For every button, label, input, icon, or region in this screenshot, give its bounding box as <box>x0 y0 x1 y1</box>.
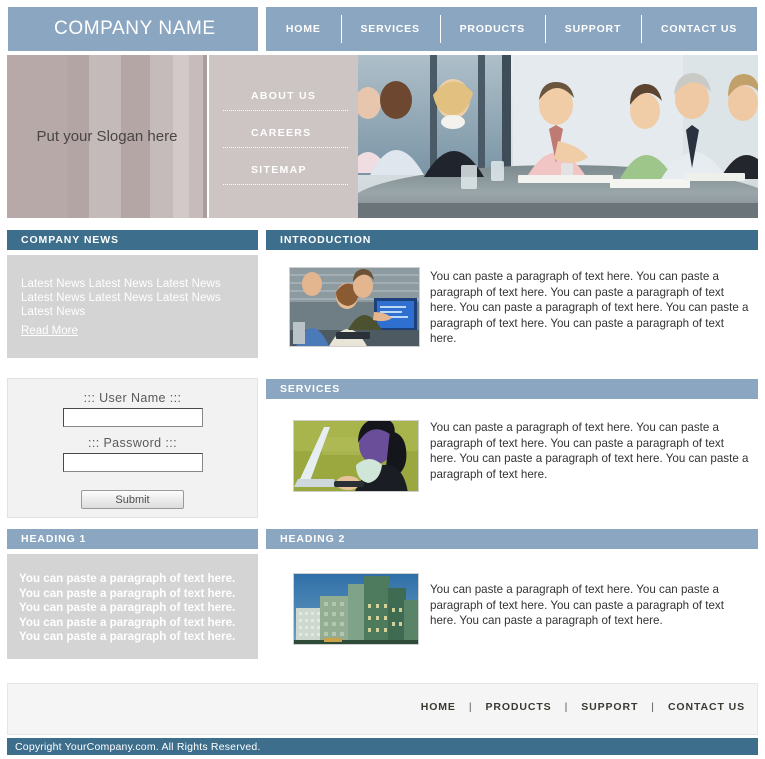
submit-button[interactable]: Submit <box>81 490 184 509</box>
site-footer: HOME | PRODUCTS | SUPPORT | CONTACT US <box>7 683 758 735</box>
footer-link-home[interactable]: HOME <box>421 701 456 713</box>
nav-item-support[interactable]: SUPPORT <box>544 7 641 51</box>
footer-navigation: HOME | PRODUCTS | SUPPORT | CONTACT US <box>421 701 745 713</box>
footer-separator: | <box>651 701 655 713</box>
office-workers-at-computer-photo <box>290 268 419 346</box>
page-root: COMPANY NAME HOME SERVICES PRODUCTS SUPP… <box>0 0 765 759</box>
banner-link-divider <box>223 110 348 111</box>
copyright-bar: Copyright YourCompany.com. All Rights Re… <box>7 738 758 755</box>
person-using-laptop-photo <box>294 421 418 491</box>
banner-photo <box>358 55 758 218</box>
site-header: COMPANY NAME HOME SERVICES PRODUCTS SUPP… <box>0 0 765 55</box>
footer-link-contact-us[interactable]: CONTACT US <box>668 701 745 713</box>
username-input[interactable] <box>62 408 203 427</box>
banner-link-careers[interactable]: CAREERS <box>209 127 360 139</box>
password-input[interactable] <box>62 453 203 472</box>
heading2-image <box>293 573 419 645</box>
footer-link-products[interactable]: PRODUCTS <box>485 701 551 713</box>
company-news-body: Latest News Latest News Latest News Late… <box>21 278 221 318</box>
slogan-text: Put your Slogan here <box>36 128 178 145</box>
nav-item-products[interactable]: PRODUCTS <box>439 7 545 51</box>
nav-item-contact-us[interactable]: CONTACT US <box>641 7 757 51</box>
services-body: You can paste a paragraph of text here. … <box>430 421 749 481</box>
banner-links-panel: ABOUT US CAREERS SITEMAP <box>207 55 358 218</box>
footer-link-support[interactable]: SUPPORT <box>581 701 638 713</box>
banner-link-sitemap[interactable]: SITEMAP <box>209 164 360 176</box>
nav-item-services[interactable]: SERVICES <box>340 7 440 51</box>
nav-item-home[interactable]: HOME <box>266 7 341 51</box>
heading2-body: You can paste a paragraph of text here. … <box>430 583 724 627</box>
services-image <box>293 420 419 492</box>
banner-link-divider <box>223 147 348 148</box>
banner-link-about-us[interactable]: ABOUT US <box>209 90 360 102</box>
banner-link-divider <box>223 184 348 185</box>
services-heading: SERVICES <box>266 379 758 399</box>
boardroom-meeting-photo <box>358 55 758 218</box>
username-label: ::: User Name ::: <box>83 391 182 405</box>
heading1-heading: HEADING 1 <box>7 529 258 549</box>
login-form: ::: User Name ::: ::: Password ::: Submi… <box>7 378 258 518</box>
footer-separator: | <box>564 701 569 713</box>
footer-separator: | <box>468 701 473 713</box>
introduction-body: You can paste a paragraph of text here. … <box>430 270 749 345</box>
company-logo-box[interactable]: COMPANY NAME <box>8 7 258 51</box>
banner: Put your Slogan here ABOUT US CAREERS SI… <box>0 55 765 218</box>
password-label: ::: Password ::: <box>87 436 178 450</box>
slogan-panel: Put your Slogan here <box>7 55 207 218</box>
read-more-link[interactable]: Read More <box>21 325 78 337</box>
primary-navigation: HOME SERVICES PRODUCTS SUPPORT CONTACT U… <box>266 7 757 51</box>
city-skyscrapers-photo <box>294 574 418 644</box>
heading1-body: You can paste a paragraph of text here. … <box>19 572 236 643</box>
heading2-heading: HEADING 2 <box>266 529 758 549</box>
introduction-image <box>289 267 420 347</box>
introduction-heading: INTRODUCTION <box>266 230 758 250</box>
company-news-heading: COMPANY NEWS <box>7 230 258 250</box>
company-name: COMPANY NAME <box>54 18 216 39</box>
